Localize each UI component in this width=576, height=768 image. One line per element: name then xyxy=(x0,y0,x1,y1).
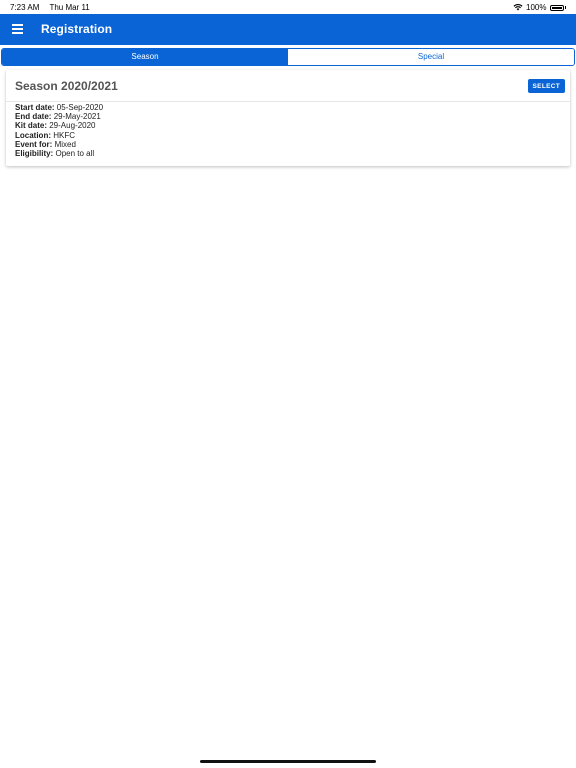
detail-location: Location: HKFC xyxy=(15,131,561,140)
detail-label: Location: xyxy=(15,130,51,140)
card-header: Season 2020/2021 SELECT xyxy=(6,70,570,102)
card-details: Start date: 05-Sep-2020 End date: 29-May… xyxy=(6,102,570,159)
detail-start-date: Start date: 05-Sep-2020 xyxy=(15,103,561,112)
detail-value: 29-Aug-2020 xyxy=(49,121,96,131)
detail-value: HKFC xyxy=(53,130,76,140)
season-card: Season 2020/2021 SELECT Start date: 05-S… xyxy=(6,70,570,166)
detail-label: Eligibility: xyxy=(15,149,54,159)
status-date: Thu Mar 11 xyxy=(49,3,90,12)
card-title: Season 2020/2021 xyxy=(15,79,118,93)
detail-eligibility: Eligibility: Open to all xyxy=(15,149,561,158)
detail-value: Mixed xyxy=(54,139,76,149)
battery-icon xyxy=(549,4,564,11)
detail-event-for: Event for: Mixed xyxy=(15,140,561,149)
detail-label: Kit date: xyxy=(15,121,47,131)
detail-end-date: End date: 29-May-2021 xyxy=(15,112,561,121)
detail-label: Event for: xyxy=(15,139,53,149)
select-button[interactable]: SELECT xyxy=(527,79,565,93)
tab-season[interactable]: Season xyxy=(2,49,288,65)
battery-percent: 100% xyxy=(526,3,547,12)
tab-special[interactable]: Special xyxy=(288,49,574,65)
detail-label: End date: xyxy=(15,112,52,122)
detail-kit-date: Kit date: 29-Aug-2020 xyxy=(15,121,561,130)
detail-value: Open to all xyxy=(55,149,95,159)
battery-tip xyxy=(564,6,566,9)
status-left: 7:23 AM Thu Mar 11 xyxy=(10,3,98,12)
wifi-icon xyxy=(513,4,523,11)
status-bar: 7:23 AM Thu Mar 11 100% xyxy=(0,0,576,14)
app-bar: Registration xyxy=(0,14,576,45)
status-time: 7:23 AM xyxy=(10,3,40,12)
hamburger-menu-icon[interactable] xyxy=(12,24,23,34)
detail-label: Start date: xyxy=(15,103,55,112)
segmented-tabs: Season Special xyxy=(1,48,575,66)
detail-value: 05-Sep-2020 xyxy=(56,103,104,112)
page-title: Registration xyxy=(41,22,113,36)
home-indicator[interactable] xyxy=(200,760,376,763)
status-right: 100% xyxy=(513,3,566,12)
detail-value: 29-May-2021 xyxy=(53,112,101,122)
